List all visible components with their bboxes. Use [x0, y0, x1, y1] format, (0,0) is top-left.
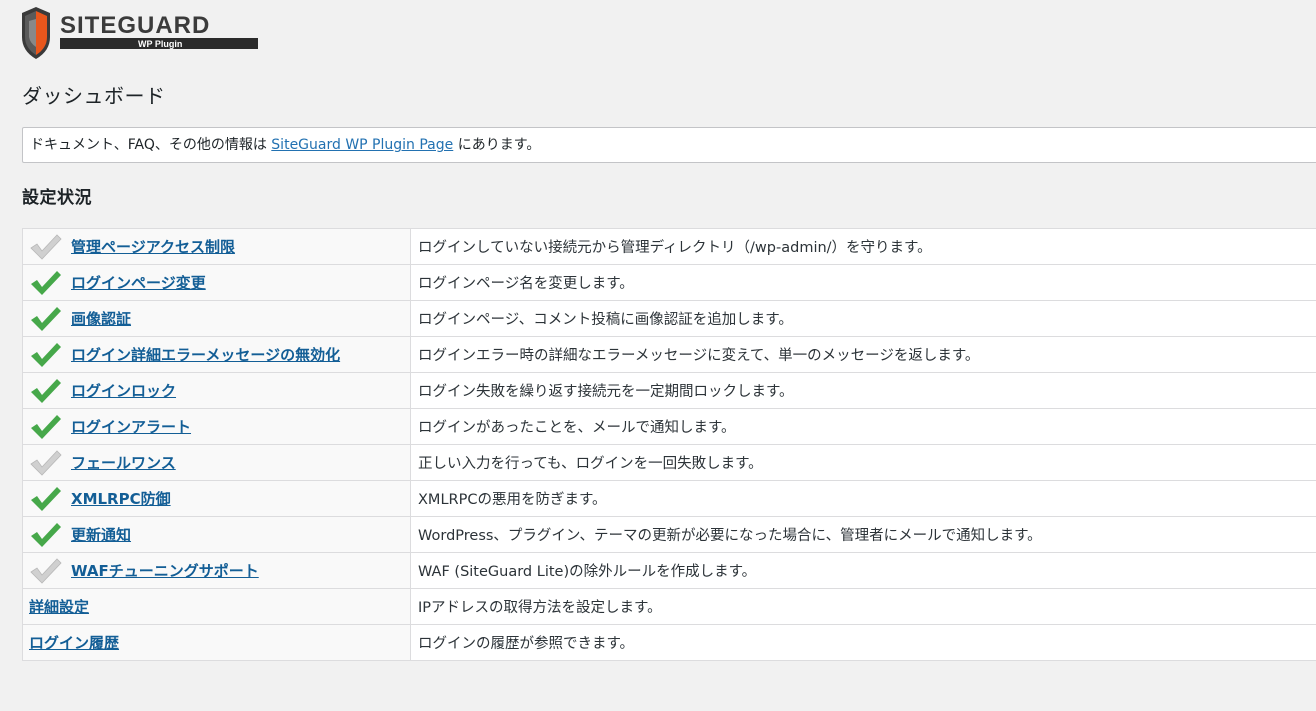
feature-name-wrap: 画像認証 [29, 302, 410, 336]
siteguard-dashboard-page: SITEGUARD WP Plugin ダッシュボード ドキュメント、FAQ、そ… [0, 0, 1316, 711]
feature-name-wrap: 更新通知 [29, 518, 410, 552]
check-on-icon [29, 413, 63, 441]
feature-name-cell: WAFチューニングサポート [22, 552, 411, 589]
feature-name-cell: 画像認証 [22, 300, 411, 337]
feature-link[interactable]: ログインページ変更 [71, 272, 206, 293]
feature-description: ログインしていない接続元から管理ディレクトリ（/wp-admin/）を守ります。 [410, 228, 1316, 265]
feature-description: ログインエラー時の詳細なエラーメッセージに変えて、単一のメッセージを返します。 [410, 336, 1316, 373]
table-row: ログイン履歴 ログインの履歴が参照できます。 [22, 624, 1316, 661]
feature-link[interactable]: ログイン詳細エラーメッセージの無効化 [71, 344, 340, 365]
feature-link[interactable]: WAFチューニングサポート [71, 560, 259, 581]
feature-description: 正しい入力を行っても、ログインを一回失敗します。 [410, 444, 1316, 481]
siteguard-logo-icon: SITEGUARD WP Plugin [22, 7, 258, 59]
feature-name-wrap: ログイン詳細エラーメッセージの無効化 [29, 338, 410, 372]
feature-name-cell: ログインアラート [22, 408, 411, 445]
feature-link[interactable]: 管理ページアクセス制限 [71, 236, 235, 257]
svg-text:WP Plugin: WP Plugin [138, 39, 182, 49]
feature-name-wrap: ログインロック [29, 374, 410, 408]
feature-link[interactable]: XMLRPC防御 [71, 488, 171, 509]
feature-name-wrap: 詳細設定 [29, 590, 410, 624]
feature-name-wrap: ログインアラート [29, 410, 410, 444]
feature-name-cell: 更新通知 [22, 516, 411, 553]
feature-name-cell: 管理ページアクセス制限 [22, 228, 411, 265]
check-on-icon [29, 521, 63, 549]
feature-name-cell: ログインページ変更 [22, 264, 411, 301]
check-on-icon [29, 377, 63, 405]
feature-link[interactable]: ログインロック [71, 380, 176, 401]
feature-name-cell: ログインロック [22, 372, 411, 409]
feature-link[interactable]: ログインアラート [71, 416, 191, 437]
check-on-icon [29, 269, 63, 297]
feature-description: ログインページ名を変更します。 [410, 264, 1316, 301]
table-row: 更新通知 WordPress、プラグイン、テーマの更新が必要になった場合に、管理者… [22, 516, 1316, 553]
feature-name-wrap: WAFチューニングサポート [29, 554, 410, 588]
check-off-icon [29, 233, 63, 261]
feature-description: ログインがあったことを、メールで通知します。 [410, 408, 1316, 445]
feature-name-wrap: XMLRPC防御 [29, 482, 410, 516]
svg-text:SITEGUARD: SITEGUARD [60, 12, 210, 39]
table-row: 詳細設定 IPアドレスの取得方法を設定します。 [22, 588, 1316, 625]
notice-suffix: にあります。 [453, 137, 541, 153]
info-notice: ドキュメント、FAQ、その他の情報は SiteGuard WP Plugin P… [22, 127, 1316, 163]
feature-description: ログインの履歴が参照できます。 [410, 624, 1316, 661]
feature-link[interactable]: フェールワンス [71, 452, 176, 473]
check-on-icon [29, 305, 63, 333]
feature-description: WAF (SiteGuard Lite)の除外ルールを作成します。 [410, 552, 1316, 589]
feature-name-wrap: フェールワンス [29, 446, 410, 480]
feature-link[interactable]: ログイン履歴 [29, 632, 119, 653]
table-row: ログインロック ログイン失敗を繰り返す接続元を一定期間ロックします。 [22, 372, 1316, 409]
table-row: XMLRPC防御 XMLRPCの悪用を防ぎます。 [22, 480, 1316, 517]
feature-name-wrap: 管理ページアクセス制限 [29, 230, 410, 264]
table-row: フェールワンス 正しい入力を行っても、ログインを一回失敗します。 [22, 444, 1316, 481]
feature-name-cell: ログイン履歴 [22, 624, 411, 661]
feature-name-cell: フェールワンス [22, 444, 411, 481]
table-row: ログインアラート ログインがあったことを、メールで通知します。 [22, 408, 1316, 445]
feature-name-wrap: ログインページ変更 [29, 266, 410, 300]
check-off-icon [29, 449, 63, 477]
feature-link[interactable]: 画像認証 [71, 308, 131, 329]
page-title: ダッシュボード [22, 84, 166, 108]
feature-name-cell: XMLRPC防御 [22, 480, 411, 517]
table-row: 画像認証 ログインページ、コメント投稿に画像認証を追加します。 [22, 300, 1316, 337]
table-row: ログインページ変更 ログインページ名を変更します。 [22, 264, 1316, 301]
feature-name-cell: 詳細設定 [22, 588, 411, 625]
check-on-icon [29, 485, 63, 513]
plugin-page-link[interactable]: SiteGuard WP Plugin Page [271, 137, 453, 153]
check-on-icon [29, 341, 63, 369]
notice-prefix: ドキュメント、FAQ、その他の情報は [30, 137, 272, 153]
feature-description: ログインページ、コメント投稿に画像認証を追加します。 [410, 300, 1316, 337]
feature-name-wrap: ログイン履歴 [29, 626, 410, 660]
feature-name-cell: ログイン詳細エラーメッセージの無効化 [22, 336, 411, 373]
status-table: 管理ページアクセス制限 ログインしていない接続元から管理ディレクトリ（/wp-ad… [22, 228, 1316, 661]
feature-description: XMLRPCの悪用を防ぎます。 [410, 480, 1316, 517]
feature-link[interactable]: 詳細設定 [29, 596, 89, 617]
table-row: 管理ページアクセス制限 ログインしていない接続元から管理ディレクトリ（/wp-ad… [22, 228, 1316, 265]
siteguard-logo: SITEGUARD WP Plugin [20, 7, 260, 59]
check-off-icon [29, 557, 63, 585]
table-row: WAFチューニングサポート WAF (SiteGuard Lite)の除外ルールを… [22, 552, 1316, 589]
feature-description: WordPress、プラグイン、テーマの更新が必要になった場合に、管理者にメール… [410, 516, 1316, 553]
table-row: ログイン詳細エラーメッセージの無効化 ログインエラー時の詳細なエラーメッセージに変… [22, 336, 1316, 373]
feature-link[interactable]: 更新通知 [71, 524, 131, 545]
section-title: 設定状況 [22, 188, 92, 208]
feature-description: IPアドレスの取得方法を設定します。 [410, 588, 1316, 625]
feature-description: ログイン失敗を繰り返す接続元を一定期間ロックします。 [410, 372, 1316, 409]
